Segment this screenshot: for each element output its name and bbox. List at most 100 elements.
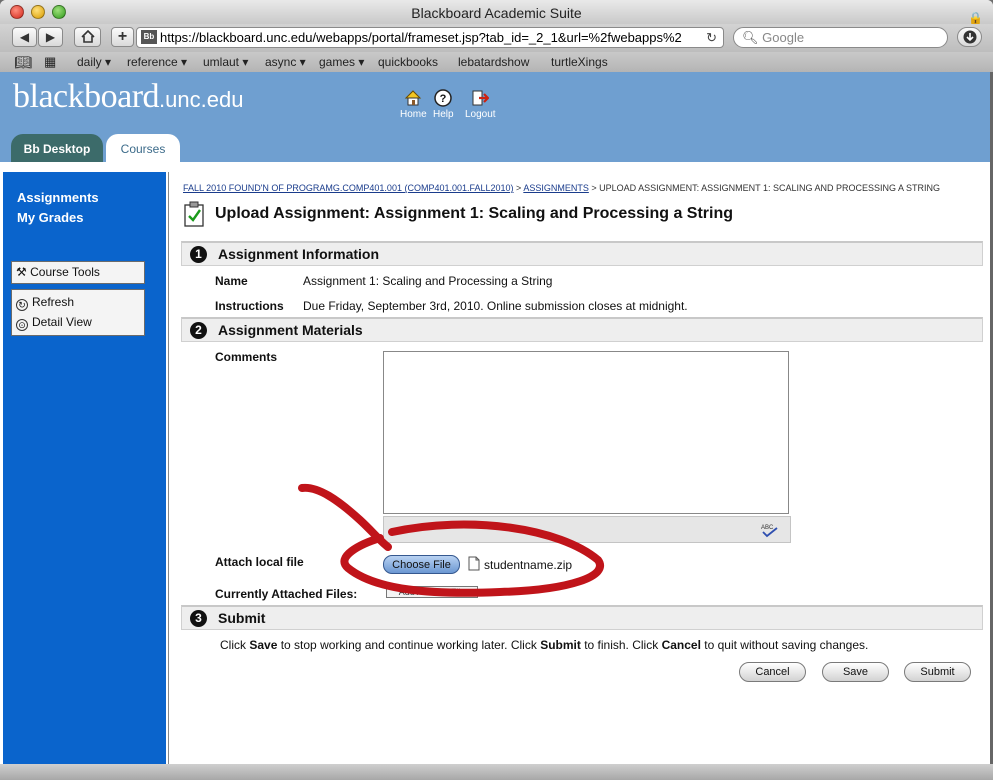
close-window-button[interactable]: [10, 5, 24, 19]
submit-text-cancel: Cancel: [661, 638, 701, 652]
section-title: Assignment Information: [218, 246, 380, 262]
back-button[interactable]: ◀: [12, 27, 37, 47]
breadcrumb: FALL 2010 FOUND'N OF PROGRAMG.COMP401.00…: [183, 183, 940, 193]
name-label: Name: [215, 274, 248, 288]
choose-file-button[interactable]: Choose File: [383, 555, 460, 574]
assignment-clipboard-icon: [184, 201, 204, 227]
address-bar[interactable]: Bb https://blackboard.unc.edu/webapps/por…: [136, 27, 724, 48]
instructions-value: Due Friday, September 3rd, 2010. Online …: [303, 299, 688, 313]
home-button[interactable]: [74, 27, 101, 47]
section-number: 2: [190, 322, 207, 339]
section-title: Assignment Materials: [218, 322, 363, 338]
file-icon: [468, 556, 480, 571]
bookmark-daily[interactable]: daily ▾: [77, 53, 111, 71]
refresh-label: Refresh: [32, 295, 75, 309]
download-icon: [963, 30, 976, 44]
browser-toolbar: ◀ ▶ + Bb https://blackboard.unc.edu/webap…: [0, 24, 993, 52]
downloads-button[interactable]: [957, 27, 982, 47]
attached-files-label: Currently Attached Files:: [215, 587, 358, 601]
section-title: Submit: [218, 610, 266, 626]
section-assignment-information: 1 Assignment Information: [181, 241, 983, 266]
detail-view-label: Detail View: [32, 315, 92, 329]
comments-label: Comments: [215, 350, 278, 364]
forward-button[interactable]: ▶: [38, 27, 63, 47]
site-favicon: Bb: [141, 30, 157, 44]
title-bar: Blackboard Academic Suite 🔒: [0, 0, 993, 25]
submit-instructions: Click Save to stop working and continue …: [220, 638, 868, 652]
search-field[interactable]: 🔍︎ Google: [733, 27, 948, 48]
top-sites-grid-icon[interactable]: ▦: [44, 53, 56, 71]
new-tab-button[interactable]: +: [111, 27, 134, 47]
logout-nav-link[interactable]: Logout: [465, 89, 496, 120]
course-tools-link[interactable]: ⚒ Course Tools: [12, 262, 144, 282]
attach-file-label: Attach local file: [215, 555, 304, 569]
course-sidebar: Assignments My Grades ⚒ Course Tools ↻ Re…: [3, 172, 166, 764]
section-number: 3: [190, 610, 207, 627]
blackboard-logo[interactable]: blackboard.unc.edu: [13, 78, 243, 116]
bookmark-async[interactable]: async ▾: [265, 53, 306, 71]
name-value: Assignment 1: Scaling and Processing a S…: [303, 274, 553, 288]
cancel-button[interactable]: Cancel: [739, 662, 806, 682]
reload-icon[interactable]: ↻: [703, 28, 717, 47]
submit-button[interactable]: Submit: [904, 662, 971, 682]
breadcrumb-assignments-link[interactable]: ASSIGNMENTS: [523, 183, 589, 193]
minimize-window-button[interactable]: [31, 5, 45, 19]
submit-text-save: Save: [249, 638, 278, 652]
window-title: Blackboard Academic Suite: [411, 5, 582, 21]
help-label: Help: [433, 109, 454, 120]
bookmark-games[interactable]: games ▾: [319, 53, 364, 71]
chosen-file-name: studentname.zip: [484, 558, 573, 572]
main-content: FALL 2010 FOUND'N OF PROGRAMG.COMP401.00…: [168, 172, 990, 764]
page-title: Upload Assignment: Assignment 1: Scaling…: [215, 205, 734, 222]
refresh-icon: ↻: [16, 299, 28, 311]
logo-main: blackboard: [13, 78, 160, 115]
web-page: blackboard.unc.edu Home ? Help Logout Bb…: [0, 72, 993, 764]
svg-text:?: ?: [440, 93, 447, 105]
add-another-file-button[interactable]: Add Another File: [386, 586, 478, 598]
zoom-window-button[interactable]: [52, 5, 66, 19]
sidebar-item-assignments[interactable]: Assignments: [17, 190, 99, 205]
course-tools-label: Course Tools: [30, 265, 100, 279]
section-assignment-materials: 2 Assignment Materials: [181, 317, 983, 342]
blackboard-header: blackboard.unc.edu Home ? Help Logout Bb…: [0, 72, 990, 162]
tab-bb-desktop[interactable]: Bb Desktop: [11, 134, 103, 162]
view-actions-box: ↻ Refresh ⊙ Detail View: [11, 289, 145, 336]
breadcrumb-current: > UPLOAD ASSIGNMENT: ASSIGNMENT 1: SCALI…: [591, 183, 941, 193]
refresh-link[interactable]: ↻ Refresh: [12, 292, 144, 312]
search-placeholder: Google: [762, 30, 805, 45]
instructions-label: Instructions: [215, 299, 284, 313]
status-bar: [0, 764, 993, 780]
breadcrumb-course-link[interactable]: FALL 2010 FOUND'N OF PROGRAMG.COMP401.00…: [183, 183, 514, 193]
tools-icon: ⚒: [16, 265, 27, 279]
bookmark-lebatardshow[interactable]: lebatardshow: [458, 53, 529, 71]
bookmarks-bar: 📖︎ ▦ daily ▾ reference ▾ umlaut ▾ async …: [0, 52, 993, 73]
home-nav-link[interactable]: Home: [400, 89, 427, 120]
bookmarks-book-icon[interactable]: 📖︎: [14, 53, 32, 71]
course-tools-box: ⚒ Course Tools: [11, 261, 145, 284]
breadcrumb-separator: >: [516, 183, 522, 193]
bookmark-quickbooks[interactable]: quickbooks: [378, 53, 438, 71]
comments-textarea[interactable]: [383, 351, 789, 514]
home-label: Home: [400, 109, 427, 120]
url-text: https://blackboard.unc.edu/webapps/porta…: [160, 30, 682, 45]
home-icon: [405, 90, 422, 106]
spellcheck-bar: ABC: [383, 516, 791, 543]
logo-sub: .unc.edu: [159, 87, 244, 112]
bookmark-reference[interactable]: reference ▾: [127, 53, 187, 71]
tab-courses[interactable]: Courses: [106, 134, 180, 162]
submit-text-2: to stop working and continue working lat…: [277, 638, 541, 652]
bookmark-turtlexings[interactable]: turtleXings: [551, 53, 608, 71]
logout-icon: [472, 90, 490, 106]
search-icon: 🔍︎: [742, 30, 759, 45]
submit-text-1: Click: [220, 638, 250, 652]
bookmark-umlaut[interactable]: umlaut ▾: [203, 53, 248, 71]
help-nav-link[interactable]: ? Help: [433, 89, 454, 120]
detail-view-link[interactable]: ⊙ Detail View: [12, 312, 144, 332]
save-button[interactable]: Save: [822, 662, 889, 682]
forward-arrow-icon: ▶: [45, 30, 56, 44]
spellcheck-icon[interactable]: ABC: [760, 522, 780, 538]
detail-view-icon: ⊙: [16, 319, 28, 331]
sidebar-item-my-grades[interactable]: My Grades: [17, 210, 83, 225]
browser-window: Blackboard Academic Suite 🔒 ◀ ▶ + Bb http…: [0, 0, 993, 780]
section-number: 1: [190, 246, 207, 263]
